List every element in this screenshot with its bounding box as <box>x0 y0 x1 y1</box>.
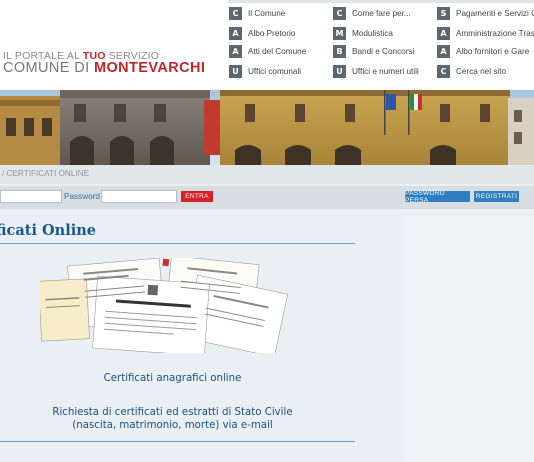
nav-item-come-fare-per[interactable]: C Come fare per... <box>333 3 427 23</box>
nav-label: Atti del Comune <box>248 46 307 56</box>
brand-name: MONTEVARCHI <box>94 60 206 76</box>
register-button[interactable]: REGISTRATI <box>474 191 519 202</box>
nav-item-albo-pretorio[interactable]: A Albo Pretorio <box>229 23 320 43</box>
nav-letter-icon: A <box>229 44 242 58</box>
link-certificati-stato-civile[interactable]: Richiesta di certificati ed estratti di … <box>0 406 345 432</box>
certificates-image <box>40 258 289 353</box>
nav-label: Albo Pretorio <box>248 28 296 38</box>
nav-item-cerca-nel-sito[interactable]: C Cerca nel sito <box>437 61 534 81</box>
nav-label: Come fare per... <box>352 8 411 18</box>
nav-label: Modulistica <box>352 28 393 38</box>
nav-label: Cerca nel sito <box>456 66 507 76</box>
nav-letter-icon: C <box>333 6 346 20</box>
link-line-1: Richiesta di certificati ed estratti di … <box>52 407 293 418</box>
site-header: IL PORTALE AL TUO SERVIZIO COMUNE DI MON… <box>0 0 534 90</box>
lost-password-button[interactable]: PASSWORD PERSA <box>405 190 470 204</box>
brand-prefix: COMUNE DI <box>3 60 94 76</box>
page-title: ficati Online <box>0 222 96 239</box>
site-logo[interactable]: COMUNE DI MONTEVARCHI <box>3 60 205 76</box>
nav-item-amministrazione-trasparente[interactable]: A Amministrazione Tras <box>437 23 534 43</box>
right-sidebar <box>404 215 534 462</box>
nav-letter-icon: C <box>437 64 450 78</box>
nav-letter-icon: A <box>229 26 242 40</box>
login-button[interactable]: ENTRA <box>181 191 213 202</box>
nav-letter-icon: C <box>229 6 242 20</box>
nav-item-uffici-e-numeri-utili[interactable]: U Uffici e numeri utili <box>333 61 427 81</box>
breadcrumb-bar: / CERTIFICATI ONLINE <box>0 165 534 184</box>
nav-item-uffici-comunali[interactable]: U Uffici comunali <box>229 61 320 81</box>
nav-letter-icon: S <box>437 6 450 20</box>
nav-label: Pagamenti e Servizi O <box>456 8 534 18</box>
nav-item-bandi-e-concorsi[interactable]: B Bandi e Concorsi <box>333 41 427 61</box>
nav-label: Il Comune <box>248 8 286 18</box>
nav-label: Bandi e Concorsi <box>352 46 415 56</box>
nav-letter-icon: B <box>333 44 346 58</box>
nav-letter-icon: U <box>229 64 242 78</box>
password-label: Password <box>64 192 100 201</box>
nav-label: Amministrazione Tras <box>456 28 534 38</box>
username-input[interactable] <box>0 190 62 203</box>
password-input[interactable] <box>101 190 177 203</box>
nav-label: Uffici e numeri utili <box>352 66 419 76</box>
banner-photo <box>0 90 534 165</box>
link-certificati-anagrafici[interactable]: Certificati anagrafici online <box>0 373 345 384</box>
nav-item-pagamenti-e-servizi[interactable]: S Pagamenti e Servizi O <box>437 3 534 23</box>
nav-label: Albo fornitori e Gare <box>456 46 530 56</box>
nav-item-il-comune[interactable]: C Il Comune <box>229 3 320 23</box>
nav-letter-icon: A <box>437 26 450 40</box>
town-hall-photo <box>0 90 534 165</box>
nav-item-modulistica[interactable]: M Modulistica <box>333 23 427 43</box>
title-rule <box>0 243 355 244</box>
login-bar: Password ENTRA PASSWORD PERSA REGISTRATI <box>0 186 534 209</box>
link-line-2: (nascita, matrimonio, morte) via e-mail <box>72 420 273 431</box>
nav-letter-icon: A <box>437 44 450 58</box>
breadcrumb[interactable]: / CERTIFICATI ONLINE <box>2 169 89 178</box>
nav-label: Uffici comunali <box>248 66 302 76</box>
nav-item-atti-del-comune[interactable]: A Atti del Comune <box>229 41 320 61</box>
nav-letter-icon: U <box>333 64 346 78</box>
bottom-rule <box>0 441 355 442</box>
nav-item-albo-fornitori[interactable]: A Albo fornitori e Gare <box>437 41 534 61</box>
nav-letter-icon: M <box>333 26 346 40</box>
